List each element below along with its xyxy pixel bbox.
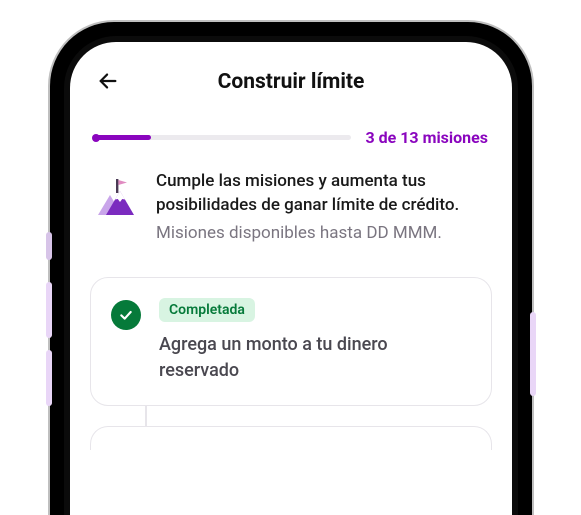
missions-list: Completada Agrega un monto a tu dinero r… (70, 265, 512, 449)
hero: Cumple las misiones y aumenta tus posibi… (70, 147, 512, 265)
hero-title: Cumple las misiones y aumenta tus posibi… (156, 169, 488, 217)
screen: Construir límite 3 de 13 misiones (70, 42, 512, 515)
mountain-flag-icon (94, 175, 138, 219)
back-button[interactable] (90, 64, 126, 100)
hero-subtitle: Misiones disponibles hasta DD MMM. (156, 221, 488, 245)
mission-card-peek (90, 426, 492, 450)
progress-bar (94, 135, 351, 140)
progress-row: 3 de 13 misiones (70, 128, 512, 147)
arrow-left-icon (97, 70, 119, 95)
power-button (530, 312, 536, 396)
page-title: Construir límite (70, 70, 512, 94)
check-icon (111, 300, 141, 330)
mission-title: Agrega un monto a tu dinero reservado (159, 332, 471, 382)
volume-down-button (46, 350, 52, 406)
hero-text: Cumple las misiones y aumenta tus posibi… (156, 169, 488, 245)
phone-bezel: Construir límite 3 de 13 misiones (64, 36, 518, 515)
mission-card[interactable]: Completada Agrega un monto a tu dinero r… (90, 277, 492, 405)
mission-body: Completada Agrega un monto a tu dinero r… (159, 298, 471, 382)
mute-switch (46, 232, 52, 260)
stage: Construir límite 3 de 13 misiones (0, 0, 581, 515)
status-badge: Completada (159, 298, 255, 322)
progress-fill (94, 135, 151, 140)
timeline-connector (145, 406, 147, 426)
progress-label: 3 de 13 misiones (365, 128, 488, 147)
navbar: Construir límite (70, 42, 512, 122)
app-content: Construir límite 3 de 13 misiones (70, 42, 512, 515)
phone-frame: Construir límite 3 de 13 misiones (50, 22, 532, 515)
volume-up-button (46, 282, 52, 338)
